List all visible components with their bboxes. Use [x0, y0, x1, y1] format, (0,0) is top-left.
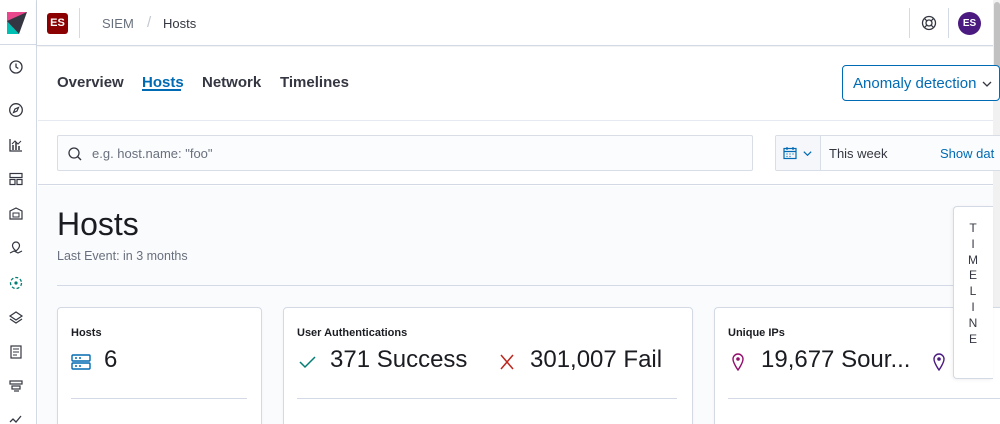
tab-network[interactable]: Network — [202, 74, 261, 91]
timeline-letter: N — [968, 315, 978, 330]
search-box — [57, 135, 753, 171]
machine-learning-icon[interactable] — [8, 275, 24, 291]
breadcrumb-siem[interactable]: SIEM — [102, 16, 134, 31]
section-divider — [57, 285, 993, 286]
search-input[interactable] — [92, 136, 742, 170]
show-dates-link[interactable]: Show dat — [940, 146, 994, 161]
stat-item: 371 Success — [297, 346, 487, 376]
timeline-letter: E — [968, 268, 977, 283]
header-divider — [948, 8, 949, 38]
map-pin-icon — [933, 353, 945, 371]
visualize-chart-icon[interactable] — [8, 137, 24, 153]
stat-value: 301,007 Fail — [530, 346, 663, 373]
breadcrumb-separator: / — [147, 14, 152, 31]
discover-compass-icon[interactable] — [8, 102, 24, 118]
infrastructure-icon[interactable] — [8, 309, 24, 325]
canvas-icon[interactable] — [8, 206, 24, 222]
calendar-icon — [783, 147, 797, 160]
left-nav-rail — [0, 0, 37, 424]
top-header: ES SIEM / Hosts ES — [37, 0, 1000, 46]
active-tab-indicator — [142, 89, 181, 91]
stat-value: 19,677 Sour... — [761, 346, 911, 373]
card-divider — [71, 398, 247, 399]
stat-value: 371 Success — [330, 346, 468, 373]
clock-icon[interactable] — [8, 59, 24, 75]
breadcrumb-hosts: Hosts — [163, 16, 197, 31]
anomaly-detection-label: Anomaly detection — [853, 75, 977, 92]
maps-icon[interactable] — [8, 240, 24, 256]
main-content: Hosts Last Event: in 3 months Hosts 6 Us… — [38, 186, 1000, 424]
stat-item: 19,677 Sour... — [728, 346, 918, 376]
timeline-letter: L — [969, 284, 977, 299]
timeline-letter: M — [968, 252, 978, 267]
map-pin-icon — [732, 353, 744, 371]
timeline-letter: T — [969, 221, 977, 235]
date-range-text[interactable]: This week — [829, 146, 888, 161]
card-title: Hosts — [71, 327, 102, 339]
timeline-flyout-tab[interactable]: T I M E L I N E — [953, 206, 993, 379]
chevron-down-icon — [803, 151, 812, 157]
card-title: Unique IPs — [728, 327, 785, 339]
cross-icon — [500, 354, 514, 370]
dashboard-icon[interactable] — [8, 171, 24, 187]
page-title: Hosts — [57, 206, 139, 242]
search-icon — [68, 147, 82, 161]
card-divider — [728, 398, 1000, 399]
kibana-logo-icon[interactable] — [7, 12, 27, 34]
timeline-label: T I M E L I N E — [954, 221, 992, 347]
timeline-letter: I — [971, 299, 975, 314]
apm-icon[interactable] — [8, 378, 24, 394]
header-divider — [79, 8, 80, 38]
header-divider — [909, 8, 910, 38]
hosts-kpi-card: Hosts 6 — [57, 307, 262, 424]
server-icon — [71, 354, 91, 370]
timeline-letter: E — [968, 331, 977, 346]
chevron-down-icon — [982, 81, 992, 87]
logs-icon[interactable] — [8, 344, 24, 360]
timeline-letter: I — [971, 236, 975, 251]
query-bar: This week Show dat — [38, 122, 1000, 185]
help-lifebuoy-icon[interactable] — [921, 15, 937, 31]
stat-value: 6 — [104, 346, 118, 373]
super-date-picker: This week Show dat — [775, 135, 1000, 171]
space-badge[interactable]: ES — [47, 13, 68, 34]
stat-item: 6 — [71, 346, 251, 376]
tab-overview[interactable]: Overview — [57, 74, 124, 91]
user-authentications-kpi-card: User Authentications 371 Success 301,007… — [283, 307, 693, 424]
hosts-area-chart — [78, 418, 248, 424]
quick-select-button[interactable] — [776, 136, 821, 170]
check-icon — [299, 356, 316, 369]
user-avatar[interactable]: ES — [958, 12, 981, 35]
authentications-bar-chart — [334, 418, 664, 424]
stat-item: 301,007 Fail — [497, 346, 687, 376]
card-divider — [297, 398, 677, 399]
siem-navigation: Overview Hosts Network Timelines Anomaly… — [38, 47, 1000, 121]
tab-timelines[interactable]: Timelines — [280, 74, 349, 91]
card-title: User Authentications — [297, 327, 408, 339]
anomaly-detection-button[interactable]: Anomaly detection — [842, 65, 1000, 101]
uptime-icon[interactable] — [8, 412, 24, 424]
last-event-text: Last Event: in 3 months — [57, 249, 188, 263]
rail-divider — [0, 44, 37, 45]
